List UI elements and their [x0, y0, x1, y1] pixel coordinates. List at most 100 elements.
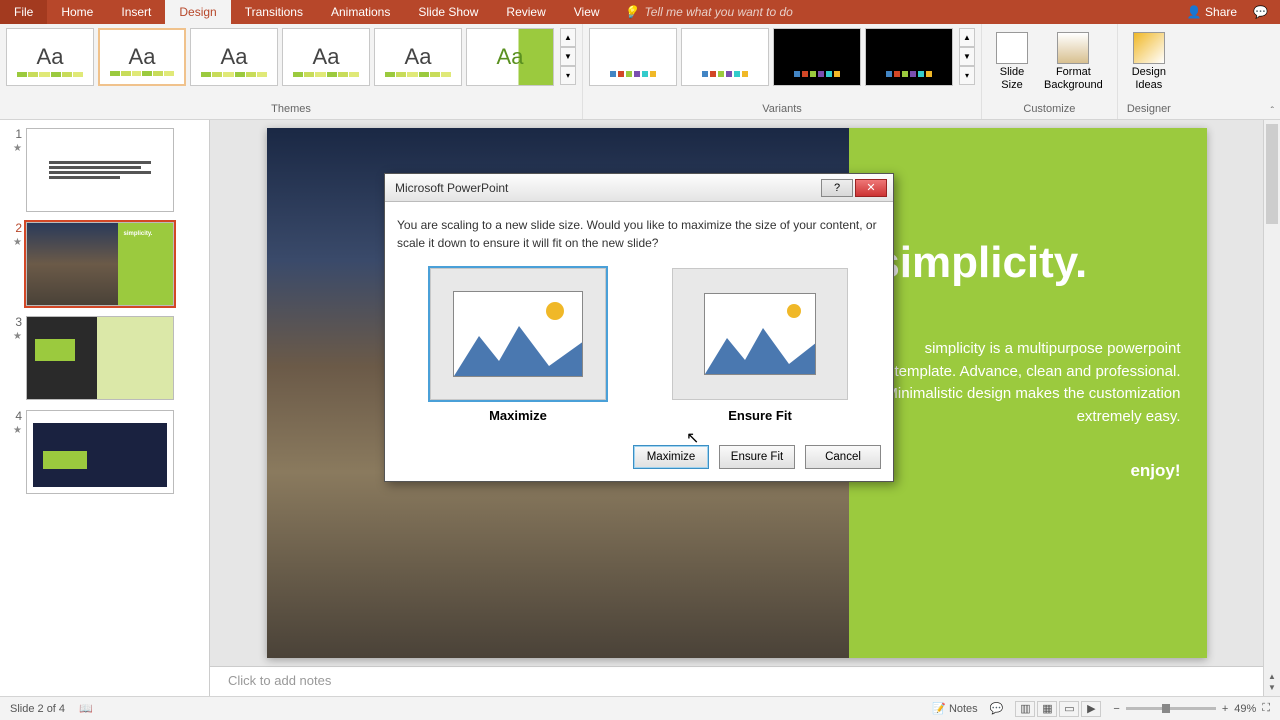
gallery-more-button[interactable]: ▾ [560, 66, 576, 85]
slideshow-view-button[interactable]: ▶ [1081, 701, 1101, 717]
reading-view-button[interactable]: ▭ [1059, 701, 1079, 717]
sorter-view-button[interactable]: ▦ [1037, 701, 1057, 717]
tell-me-search[interactable]: 💡 Tell me what you want to do [614, 0, 803, 24]
option-ensure-fit[interactable]: Ensure Fit [672, 268, 848, 423]
normal-view-button[interactable]: ▥ [1015, 701, 1035, 717]
sun-icon [787, 304, 801, 318]
status-bar: Slide 2 of 4 📖 📝 Notes 💬 ▥ ▦ ▭ ▶ − + 49%… [0, 696, 1280, 720]
tab-insert[interactable]: Insert [107, 0, 165, 24]
dialog-close-button[interactable]: ✕ [855, 179, 887, 197]
tab-slideshow[interactable]: Slide Show [404, 0, 492, 24]
slide-size-button[interactable]: Slide Size [988, 28, 1036, 96]
option-maximize-label: Maximize [430, 408, 606, 423]
slide-size-label: Slide Size [1000, 66, 1024, 92]
dialog-title: Microsoft PowerPoint [395, 181, 819, 195]
dialog-help-button[interactable]: ? [821, 179, 853, 197]
customize-group-label: Customize [988, 103, 1111, 117]
zoom-out-button[interactable]: − [1113, 703, 1119, 715]
dialog-titlebar[interactable]: Microsoft PowerPoint ? ✕ [385, 174, 893, 202]
lightbulb-icon: 💡 [624, 5, 639, 19]
slide-text-panel: simplicity. simplicity is a multipurpose… [849, 128, 1206, 658]
slide-thumb-4[interactable]: 4★ [4, 410, 205, 494]
slide-number: 3 [15, 315, 22, 329]
gallery-up-button[interactable]: ▲ [959, 28, 975, 47]
theme-thumb[interactable]: Aa [98, 28, 186, 86]
slide-number: 2 [15, 221, 22, 235]
slide-thumb-1[interactable]: 1★ [4, 128, 205, 212]
zoom-slider[interactable] [1126, 707, 1216, 710]
variant-thumb[interactable] [589, 28, 677, 86]
spellcheck-icon[interactable]: 📖 [79, 702, 93, 715]
ensure-fit-button[interactable]: Ensure Fit [719, 445, 795, 469]
theme-thumb[interactable]: Aa [374, 28, 462, 86]
themes-gallery: Aa Aa Aa Aa Aa Aa ▲ ▼ ▾ [6, 28, 576, 86]
design-ideas-button[interactable]: Design Ideas [1124, 28, 1174, 96]
comments-icon[interactable]: 💬 [1253, 5, 1268, 19]
notes-pane[interactable]: Click to add notes [210, 666, 1263, 696]
variant-thumb[interactable] [773, 28, 861, 86]
zoom-control: − + 49% ⛶ [1113, 702, 1270, 715]
transition-star-icon: ★ [13, 425, 22, 436]
variants-gallery: ▲ ▼ ▾ [589, 28, 975, 86]
fit-to-window-button[interactable]: ⛶ [1262, 702, 1270, 715]
gallery-down-button[interactable]: ▼ [560, 47, 576, 66]
prev-slide-icon[interactable]: ▲ [1268, 672, 1276, 681]
mountain-icon [454, 316, 583, 376]
collapse-ribbon-button[interactable]: ˆ [1271, 106, 1274, 117]
next-slide-icon[interactable]: ▼ [1268, 683, 1276, 692]
tab-review[interactable]: Review [492, 0, 559, 24]
zoom-level[interactable]: 49% [1234, 703, 1256, 715]
design-ideas-icon [1133, 32, 1165, 64]
ribbon-design: Aa Aa Aa Aa Aa Aa ▲ ▼ ▾ Themes ▲ ▼ ▾ [0, 24, 1280, 120]
cancel-button[interactable]: Cancel [805, 445, 881, 469]
theme-thumb[interactable]: Aa [282, 28, 370, 86]
dialog-body: You are scaling to a new slide size. Wou… [385, 202, 893, 481]
slide-thumb-2[interactable]: 2★ simplicity. [4, 222, 205, 306]
gallery-more-button[interactable]: ▾ [959, 66, 975, 85]
slide-counter: Slide 2 of 4 [10, 703, 65, 715]
share-button[interactable]: 👤 Share [1187, 5, 1237, 19]
scrollbar-thumb[interactable] [1266, 124, 1278, 224]
theme-thumb[interactable]: Aa [190, 28, 278, 86]
tab-design[interactable]: Design [165, 0, 230, 24]
option-ensure-fit-label: Ensure Fit [672, 408, 848, 423]
share-label: Share [1205, 5, 1237, 19]
comments-toggle[interactable]: 💬 [990, 702, 1004, 715]
tab-view[interactable]: View [560, 0, 614, 24]
slide-thumbnails-panel: 1★ 2★ simplicity. 3★ 4★ [0, 120, 210, 696]
slide-enjoy: enjoy! [875, 458, 1180, 484]
format-background-button[interactable]: Format Background [1036, 28, 1111, 96]
variant-thumb[interactable] [681, 28, 769, 86]
tab-file[interactable]: File [0, 0, 47, 24]
ribbon-tabs: File Home Insert Design Transitions Anim… [0, 0, 1280, 24]
gallery-down-button[interactable]: ▼ [959, 47, 975, 66]
tab-home[interactable]: Home [47, 0, 107, 24]
slide-body: simplicity is a multipurpose powerpoint … [875, 338, 1180, 428]
dialog-message: You are scaling to a new slide size. Wou… [397, 216, 881, 252]
slide-thumb-3[interactable]: 3★ [4, 316, 205, 400]
format-background-label: Format Background [1044, 66, 1103, 92]
share-icon: 👤 [1187, 5, 1202, 19]
tab-animations[interactable]: Animations [317, 0, 404, 24]
option-maximize[interactable]: Maximize [430, 268, 606, 423]
format-background-icon [1057, 32, 1089, 64]
gallery-up-button[interactable]: ▲ [560, 28, 576, 47]
tab-transitions[interactable]: Transitions [231, 0, 317, 24]
vertical-scrollbar[interactable]: ▲▼ [1263, 120, 1280, 696]
design-ideas-label: Design Ideas [1132, 66, 1166, 92]
maximize-button[interactable]: Maximize [633, 445, 709, 469]
notes-toggle[interactable]: 📝 Notes [932, 702, 978, 715]
transition-star-icon: ★ [13, 237, 22, 248]
zoom-in-button[interactable]: + [1222, 703, 1228, 715]
theme-thumb[interactable]: Aa [6, 28, 94, 86]
variants-group-label: Variants [589, 103, 975, 117]
themes-gallery-nav: ▲ ▼ ▾ [560, 28, 576, 85]
theme-thumb[interactable]: Aa [466, 28, 554, 86]
transition-star-icon: ★ [13, 143, 22, 154]
mountain-icon [705, 320, 816, 374]
notes-label: Notes [949, 703, 978, 715]
tell-me-label: Tell me what you want to do [645, 5, 793, 19]
variant-thumb[interactable] [865, 28, 953, 86]
themes-group-label: Themes [6, 103, 576, 117]
designer-group-label: Designer [1124, 103, 1174, 117]
